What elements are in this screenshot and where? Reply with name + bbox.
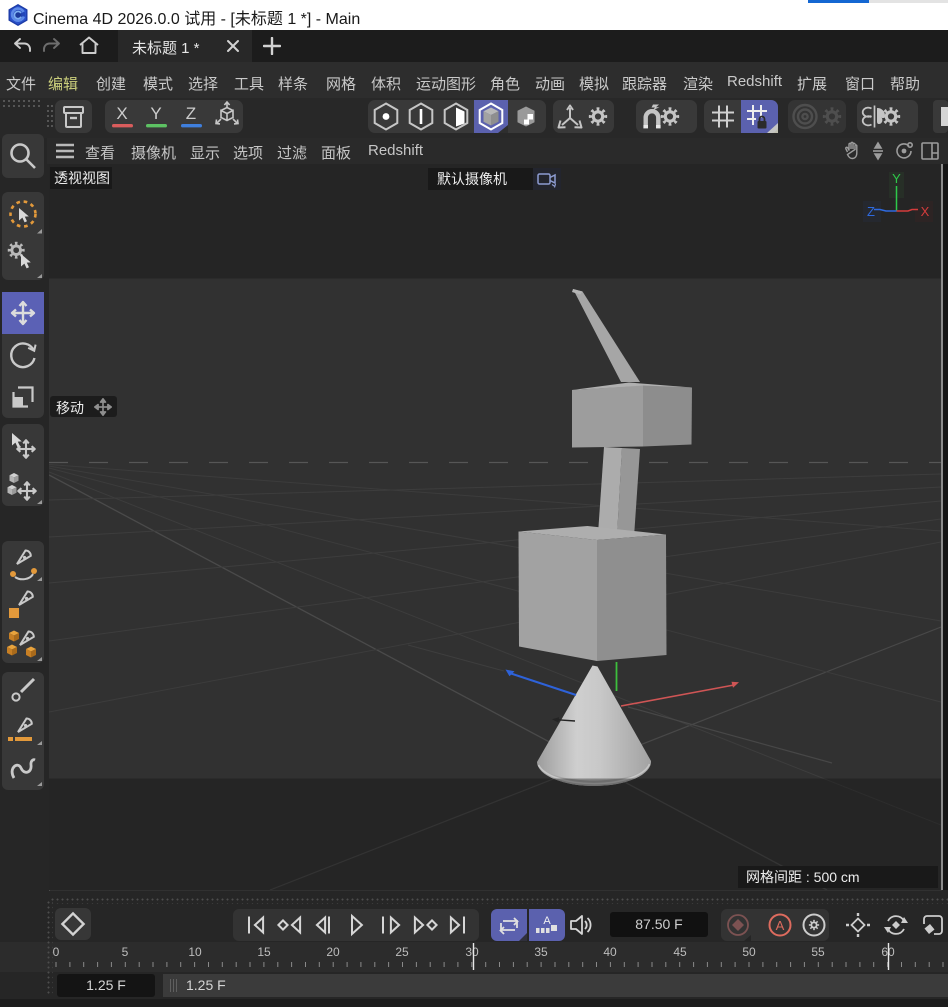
svg-text:Z: Z	[186, 104, 196, 123]
svg-text:A: A	[776, 918, 785, 933]
svg-text:Y: Y	[150, 104, 161, 123]
svg-text:X: X	[921, 204, 930, 219]
svg-text:A: A	[543, 915, 551, 927]
svg-text:X: X	[116, 104, 127, 123]
svg-text:Z: Z	[867, 204, 875, 219]
svg-text:Y: Y	[892, 171, 901, 186]
